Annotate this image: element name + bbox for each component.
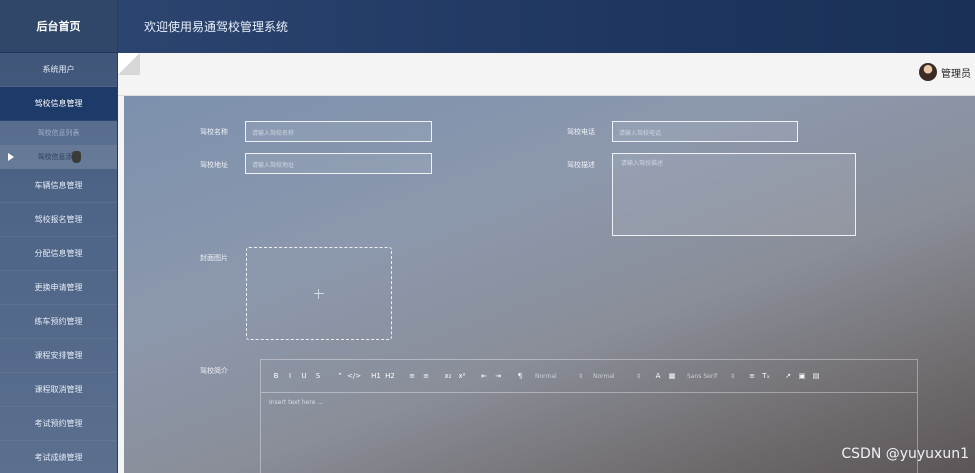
strike-button[interactable]: S — [311, 372, 325, 380]
rich-text-editor: B I U S ” </> H1 H2 ≡ ≡ x₂ x² ⇤ ⇥ ¶ Norm… — [260, 359, 918, 473]
sidebar-item-change-requests[interactable]: 更换申请管理 — [0, 271, 117, 305]
heading-select[interactable]: Normal ⇕ — [593, 373, 651, 380]
collapse-toggle[interactable] — [118, 53, 140, 75]
label-school-phone: 驾校电话 — [567, 128, 595, 136]
underline-button[interactable]: U — [297, 372, 311, 380]
sidebar-item-exam-booking[interactable]: 考试预约管理 — [0, 407, 117, 441]
code-button[interactable]: </> — [347, 372, 361, 380]
sidebar-item-exam-scores[interactable]: 考试成绩管理 — [0, 441, 117, 473]
sidebar: 后台首页 系统用户 驾校信息管理 驾校信息列表 驾校信息添加 车辆信息管理 驾校… — [0, 0, 118, 473]
editor-toolbar: B I U S ” </> H1 H2 ≡ ≡ x₂ x² ⇤ ⇥ ¶ Norm… — [261, 360, 917, 393]
select-arrow-icon: ⇕ — [729, 372, 735, 380]
sidebar-subitem-school-add[interactable]: 驾校信息添加 — [0, 145, 117, 169]
header: 欢迎使用易通驾校管理系统 — [118, 0, 975, 53]
hand-cursor-icon — [72, 151, 81, 163]
label-school-address: 驾校地址 — [200, 161, 228, 169]
avatar — [919, 63, 937, 81]
h1-button[interactable]: H1 — [369, 372, 383, 380]
clear-format-button[interactable]: Tₓ — [759, 372, 773, 380]
superscript-button[interactable]: x² — [455, 372, 469, 380]
align-button[interactable]: ≡ — [745, 372, 759, 380]
background-color-button[interactable]: ▦ — [665, 372, 679, 380]
topbar: 管理员 — [118, 53, 975, 96]
image-button[interactable]: ▣ — [795, 372, 809, 380]
main-content: 驾校名称 请输入驾校名称 驾校电话 请输入驾校电话 驾校地址 请输入驾校地址 驾… — [118, 96, 975, 473]
quote-button[interactable]: ” — [333, 372, 347, 380]
school-name-input[interactable]: 请输入驾校名称 — [245, 121, 432, 142]
outdent-button[interactable]: ⇤ — [477, 372, 491, 380]
sidebar-item-vehicles[interactable]: 车辆信息管理 — [0, 169, 117, 203]
caret-right-icon — [8, 153, 14, 161]
school-address-input[interactable]: 请输入驾校地址 — [245, 153, 432, 174]
sidebar-item-course-cancel[interactable]: 课程取消管理 — [0, 373, 117, 407]
sidebar-item-school-info[interactable]: 驾校信息管理 — [0, 87, 117, 121]
select-arrow-icon: ⇕ — [635, 372, 641, 380]
sidebar-subitem-school-list[interactable]: 驾校信息列表 — [0, 121, 117, 145]
bullet-list-button[interactable]: ≡ — [419, 372, 433, 380]
subscript-button[interactable]: x₂ — [441, 372, 455, 380]
sidebar-item-system-users[interactable]: 系统用户 — [0, 53, 117, 87]
label-school-intro: 驾校简介 — [200, 367, 228, 375]
page-title: 欢迎使用易通驾校管理系统 — [144, 20, 289, 34]
sidebar-item-registration[interactable]: 驾校报名管理 — [0, 203, 117, 237]
sidebar-submenu: 驾校信息列表 驾校信息添加 — [0, 121, 117, 169]
font-family-select[interactable]: Sans Serif ⇕ — [687, 373, 745, 380]
label-school-description: 驾校描述 — [567, 161, 595, 169]
sidebar-item-course-schedule[interactable]: 课程安排管理 — [0, 339, 117, 373]
font-color-button[interactable]: A — [651, 372, 665, 380]
italic-button[interactable]: I — [283, 372, 297, 380]
video-button[interactable]: ▤ — [809, 372, 823, 380]
school-description-textarea[interactable]: 请输入驾校描述 — [612, 153, 856, 236]
cover-image-upload[interactable] — [246, 247, 392, 340]
indent-button[interactable]: ⇥ — [491, 372, 505, 380]
plus-icon — [314, 288, 324, 299]
watermark: CSDN @yuyuxun1 — [841, 446, 969, 462]
link-button[interactable]: ↗ — [781, 372, 795, 380]
sidebar-home[interactable]: 后台首页 — [0, 0, 117, 53]
font-size-value: Normal — [535, 372, 557, 380]
sidebar-item-assignment[interactable]: 分配信息管理 — [0, 237, 117, 271]
editor-body[interactable]: Insert text here ... — [261, 393, 917, 412]
heading-value: Normal — [593, 372, 615, 380]
user-menu[interactable]: 管理员 — [919, 63, 971, 81]
font-size-select[interactable]: Normal ⇕ — [535, 373, 593, 380]
user-name: 管理员 — [941, 68, 971, 80]
sidebar-item-practice-booking[interactable]: 练车预约管理 — [0, 305, 117, 339]
bold-button[interactable]: B — [269, 372, 283, 380]
h2-button[interactable]: H2 — [383, 372, 397, 380]
label-cover-image: 封面图片 — [200, 254, 228, 262]
direction-button[interactable]: ¶ — [513, 372, 527, 380]
ordered-list-button[interactable]: ≡ — [405, 372, 419, 380]
select-arrow-icon: ⇕ — [577, 372, 583, 380]
font-family-value: Sans Serif — [687, 372, 718, 380]
label-school-name: 驾校名称 — [200, 128, 228, 136]
school-phone-input[interactable]: 请输入驾校电话 — [612, 121, 798, 142]
